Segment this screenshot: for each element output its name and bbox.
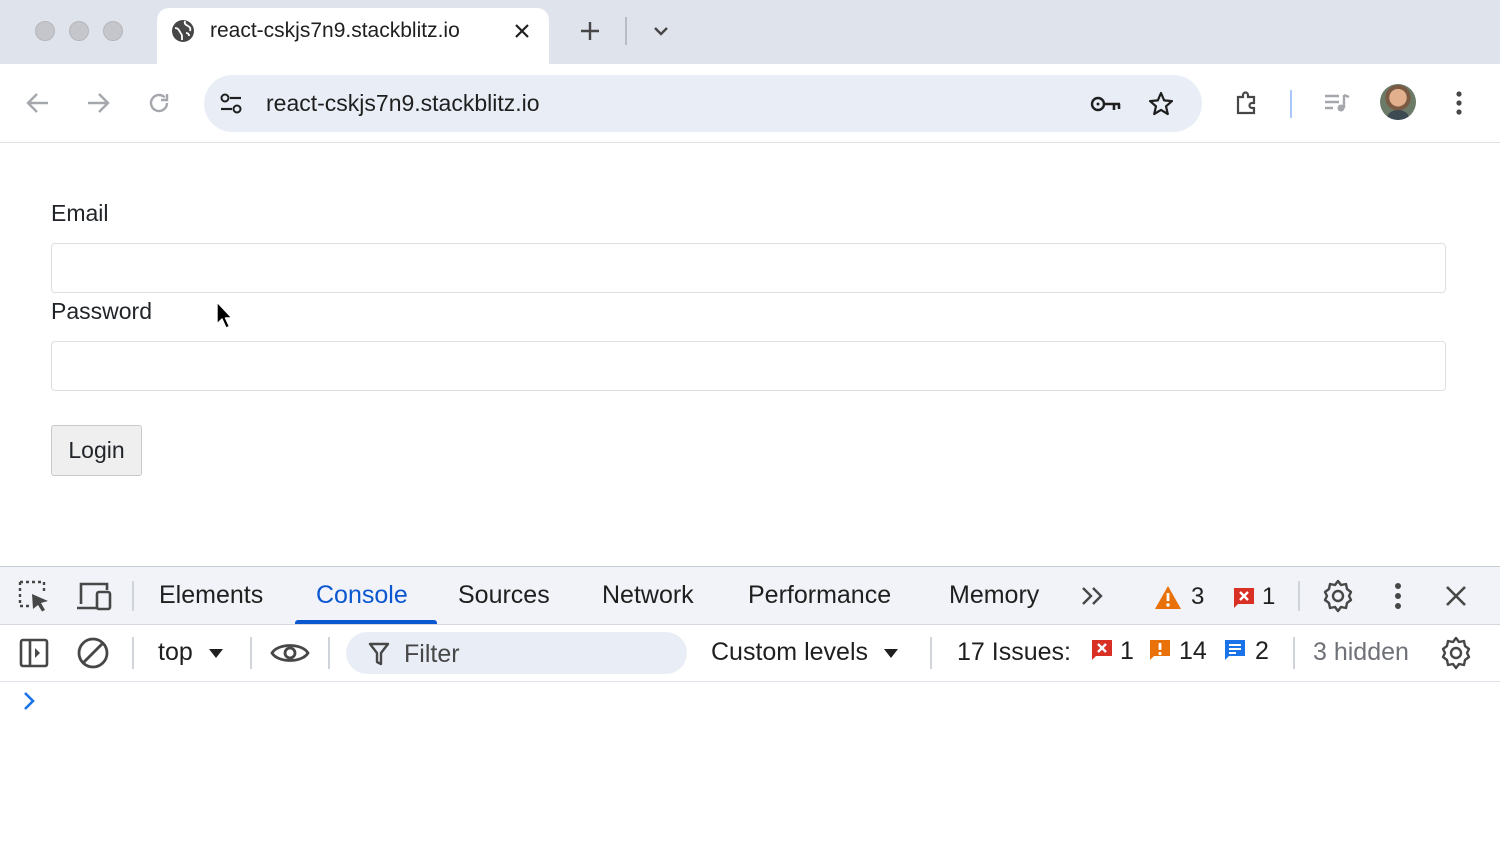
reload-icon[interactable] (141, 85, 177, 121)
mouse-cursor-icon (216, 301, 236, 331)
console-settings-gear-icon[interactable] (1438, 635, 1474, 671)
kebab-menu-icon[interactable] (1386, 580, 1410, 612)
devtools-panel: Elements Console Sources Network Perform… (0, 566, 1500, 866)
log-levels-value: Custom levels (711, 638, 868, 666)
console-prompt-icon[interactable] (22, 691, 42, 715)
devtools-divider (1298, 581, 1300, 611)
issue-warning-icon[interactable] (1148, 638, 1172, 662)
filter-placeholder: Filter (404, 640, 460, 668)
hidden-count: 3 hidden (1313, 638, 1409, 666)
issues-label[interactable]: 17 Issues: (957, 638, 1071, 667)
errors-count[interactable]: 1 (1262, 583, 1275, 611)
extensions-icon[interactable] (1229, 85, 1265, 121)
tab-sources[interactable]: Sources (458, 581, 550, 610)
inspect-element-icon[interactable] (16, 578, 52, 614)
context-select[interactable]: top (158, 638, 224, 667)
eye-icon[interactable] (268, 637, 312, 669)
address-bar[interactable]: react-cskjs7n9.stackblitz.io (204, 75, 1202, 132)
close-icon[interactable] (509, 18, 535, 44)
toolbar-divider (1290, 90, 1292, 118)
issues-errors-count[interactable]: 1 (1120, 637, 1134, 666)
address-url[interactable]: react-cskjs7n9.stackblitz.io (266, 90, 540, 117)
media-icon[interactable] (1319, 85, 1355, 121)
filter-input[interactable]: Filter (346, 632, 687, 674)
warning-icon[interactable] (1154, 584, 1182, 610)
password-field[interactable] (51, 341, 1446, 391)
tabstrip-divider (625, 17, 627, 45)
tab-console[interactable]: Console (316, 581, 408, 610)
tab-memory[interactable]: Memory (949, 581, 1039, 610)
filter-icon (366, 641, 392, 667)
login-button[interactable]: Login (51, 425, 142, 476)
menu-icon[interactable] (1441, 85, 1477, 121)
tab-title: react-cskjs7n9.stackblitz.io (210, 19, 460, 42)
password-label: Password (51, 298, 152, 324)
devtools-divider (1293, 637, 1295, 669)
console-toolbar: top Filter Custom levels 17 Issues: 1 14 (0, 625, 1500, 682)
key-icon[interactable] (1088, 87, 1124, 121)
profile-avatar[interactable] (1380, 84, 1416, 120)
warnings-count[interactable]: 3 (1191, 583, 1204, 611)
dropdown-arrow-icon (208, 648, 223, 658)
chevron-down-icon[interactable] (645, 14, 677, 48)
issue-error-icon[interactable] (1090, 638, 1114, 662)
new-tab-button[interactable] (573, 14, 607, 48)
gear-icon[interactable] (1320, 578, 1356, 614)
close-icon[interactable] (1440, 580, 1472, 612)
page-content: Email Password Login (0, 144, 1500, 566)
star-icon[interactable] (1143, 86, 1179, 122)
sidebar-toggle-icon[interactable] (16, 635, 52, 671)
log-levels-select[interactable]: Custom levels (711, 638, 899, 667)
browser-tab[interactable]: react-cskjs7n9.stackblitz.io (157, 8, 549, 64)
clear-console-icon[interactable] (74, 635, 112, 671)
email-field[interactable] (51, 243, 1446, 293)
context-select-value: top (158, 638, 193, 666)
maximize-window-button[interactable] (103, 21, 123, 41)
active-tab-indicator (295, 620, 437, 624)
error-icon[interactable] (1232, 586, 1256, 610)
globe-icon (171, 19, 195, 43)
tab-elements[interactable]: Elements (159, 581, 263, 610)
tab-performance[interactable]: Performance (748, 581, 891, 610)
tune-icon[interactable] (216, 89, 246, 119)
devtools-divider (132, 637, 134, 669)
device-toolbar-icon[interactable] (74, 578, 114, 614)
issues-info-count[interactable]: 2 (1255, 637, 1269, 666)
devtools-divider (132, 581, 134, 611)
window-titlebar: react-cskjs7n9.stackblitz.io (0, 0, 1500, 64)
close-window-button[interactable] (35, 21, 55, 41)
more-tabs-icon[interactable] (1078, 583, 1108, 609)
devtools-tabbar: Elements Console Sources Network Perform… (0, 567, 1500, 625)
browser-toolbar: react-cskjs7n9.stackblitz.io (0, 64, 1500, 143)
issues-warnings-count[interactable]: 14 (1179, 637, 1207, 666)
back-icon[interactable] (20, 85, 56, 121)
email-label: Email (51, 200, 109, 226)
devtools-divider (930, 637, 932, 669)
devtools-divider (250, 637, 252, 669)
minimize-window-button[interactable] (69, 21, 89, 41)
tab-network[interactable]: Network (602, 581, 694, 610)
devtools-divider (328, 637, 330, 669)
issue-info-icon[interactable] (1223, 638, 1247, 662)
dropdown-arrow-icon (883, 648, 898, 658)
forward-icon[interactable] (80, 85, 116, 121)
